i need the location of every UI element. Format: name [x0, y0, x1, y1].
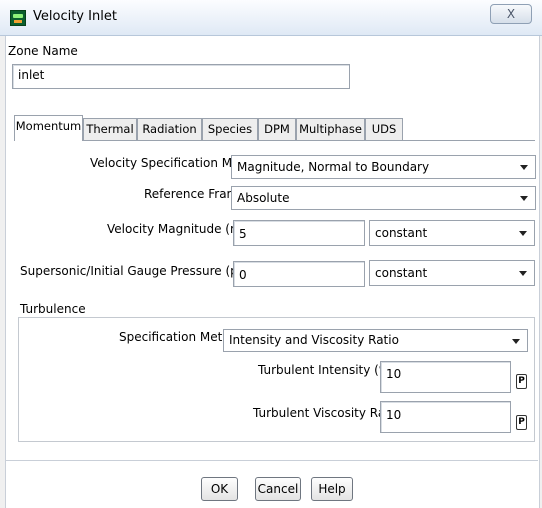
velocity-magnitude-profile-select[interactable]: constant: [369, 220, 535, 246]
turbulent-intensity-param-button[interactable]: P: [516, 374, 527, 389]
velocity-spec-value: Magnitude, Normal to Boundary: [237, 160, 430, 174]
help-button[interactable]: Help: [311, 477, 353, 501]
tab-species[interactable]: Species: [202, 118, 258, 140]
title-bar: Velocity Inlet X: [0, 0, 542, 36]
cancel-button[interactable]: Cancel: [255, 477, 301, 501]
velocity-magnitude-input[interactable]: 5: [233, 220, 365, 246]
tab-uds[interactable]: UDS: [365, 118, 403, 140]
tab-multiphase[interactable]: Multiphase: [296, 118, 365, 140]
gauge-pressure-profile-select[interactable]: constant: [369, 260, 535, 286]
turbulence-spec-method-select[interactable]: Intensity and Viscosity Ratio: [223, 329, 528, 352]
window-title: Velocity Inlet: [33, 9, 117, 24]
footer-separator: [5, 460, 538, 461]
close-button[interactable]: X: [490, 4, 532, 24]
velocity-spec-select[interactable]: Magnitude, Normal to Boundary: [231, 155, 536, 179]
dropdown-arrow-icon: [519, 271, 527, 276]
gauge-pressure-profile-value: constant: [375, 266, 428, 280]
dropdown-arrow-icon: [520, 165, 528, 170]
fluent-app-icon: [10, 10, 26, 26]
zone-name-label: Zone Name: [8, 44, 78, 58]
turbulent-intensity-label: Turbulent Intensity (%): [258, 363, 395, 377]
turbulence-heading: Turbulence: [20, 302, 86, 316]
turbulent-viscosity-ratio-label: Turbulent Viscosity Ratio: [253, 406, 401, 420]
gauge-pressure-input[interactable]: 0: [233, 261, 365, 287]
ok-button[interactable]: OK: [201, 477, 238, 501]
turbulent-viscosity-ratio-input[interactable]: 10: [380, 401, 511, 433]
reference-frame-value: Absolute: [237, 191, 290, 205]
tab-thermal[interactable]: Thermal: [83, 118, 137, 140]
tab-radiation[interactable]: Radiation: [137, 118, 202, 140]
tab-momentum[interactable]: Momentum: [14, 115, 83, 141]
tab-dpm[interactable]: DPM: [258, 118, 296, 140]
dropdown-arrow-icon: [520, 196, 528, 201]
turbulence-spec-method-value: Intensity and Viscosity Ratio: [229, 333, 399, 347]
dropdown-arrow-icon: [512, 339, 520, 344]
velocity-magnitude-profile-value: constant: [375, 226, 428, 240]
turbulent-intensity-input[interactable]: 10: [380, 361, 511, 393]
zone-name-input[interactable]: inlet: [12, 64, 350, 89]
dropdown-arrow-icon: [519, 231, 527, 236]
reference-frame-select[interactable]: Absolute: [231, 186, 536, 210]
turbulent-viscosity-ratio-param-button[interactable]: P: [516, 415, 527, 430]
